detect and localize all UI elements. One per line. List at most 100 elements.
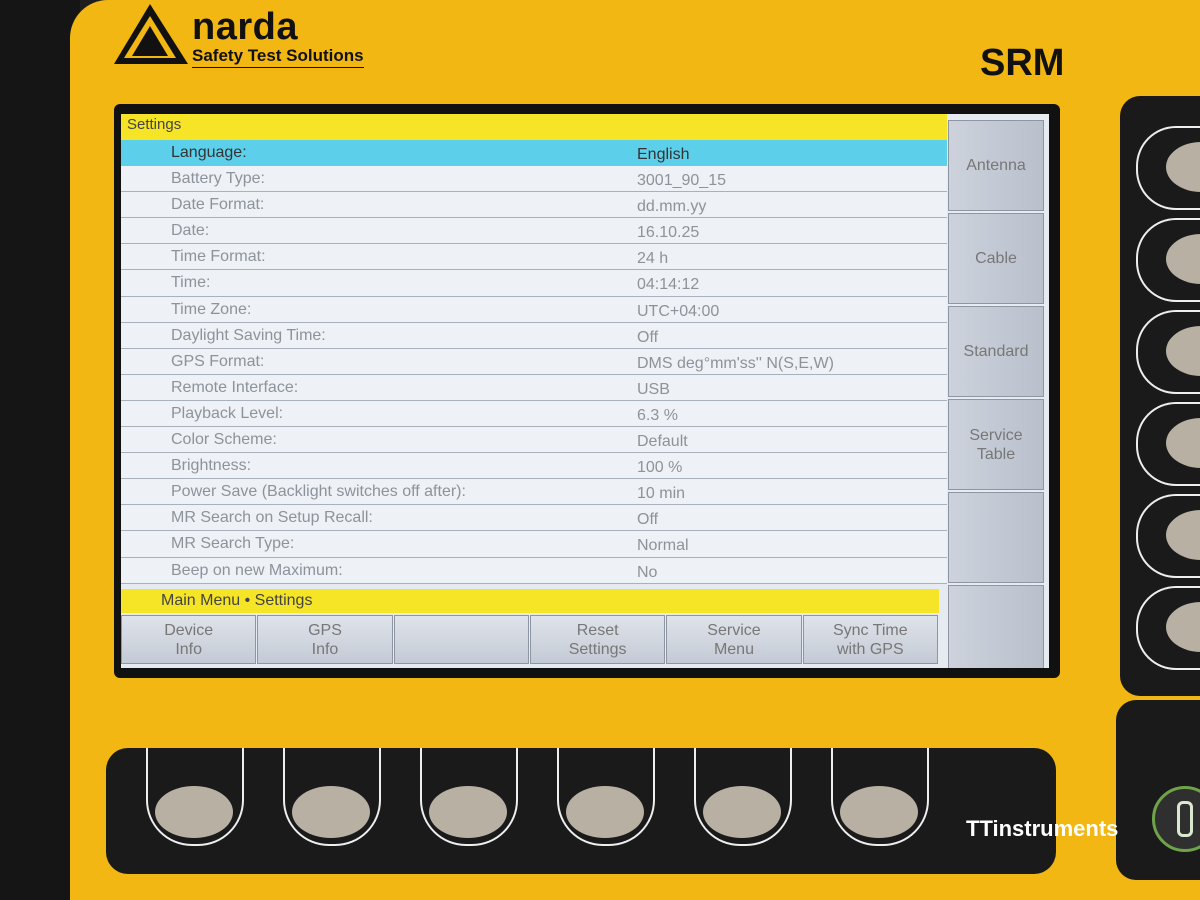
settings-row[interactable]: Playback Level: 6.3 % bbox=[121, 400, 947, 428]
hardware-side-button[interactable] bbox=[1136, 218, 1200, 302]
power-icon bbox=[1177, 801, 1193, 837]
button-cap bbox=[1166, 234, 1200, 284]
settings-row[interactable]: Color Scheme: Default bbox=[121, 427, 947, 454]
side-softkey[interactable]: Cable bbox=[948, 213, 1044, 304]
device-left-edge bbox=[0, 0, 80, 900]
hardware-softkey-button[interactable] bbox=[420, 748, 518, 846]
setting-label: Time: bbox=[171, 274, 211, 292]
setting-label: Daylight Saving Time: bbox=[171, 326, 326, 344]
setting-value: dd.mm.yy bbox=[637, 198, 707, 216]
settings-row[interactable]: Beep on new Maximum: No bbox=[121, 557, 947, 584]
setting-label: Color Scheme: bbox=[171, 431, 277, 449]
settings-row[interactable]: MR Search on Setup Recall: Off bbox=[121, 505, 947, 532]
narda-logo: narda Safety Test Solutions bbox=[112, 2, 392, 72]
bottom-softkey[interactable]: Reset Settings bbox=[529, 615, 666, 664]
button-cap bbox=[1166, 142, 1200, 192]
setting-label: Time Zone: bbox=[171, 300, 252, 318]
setting-label: GPS Format: bbox=[171, 352, 265, 370]
setting-value: English bbox=[637, 146, 690, 163]
hardware-softkey-button[interactable] bbox=[283, 748, 381, 846]
setting-value: Off bbox=[637, 328, 659, 346]
setting-value: 04:14:12 bbox=[637, 276, 700, 294]
settings-row[interactable]: Brightness: 100 % bbox=[121, 453, 947, 480]
setting-value: DMS deg°mm'ss'' N(S,E,W) bbox=[637, 354, 834, 372]
setting-label: Brightness: bbox=[171, 457, 252, 475]
settings-row[interactable]: Time Format: 24 h bbox=[121, 244, 947, 271]
button-cap bbox=[1166, 418, 1200, 468]
button-cap bbox=[1166, 510, 1200, 560]
bottom-hardware-buttons bbox=[106, 748, 1056, 874]
button-cap bbox=[1166, 602, 1200, 652]
bottom-softkey[interactable]: Service Menu bbox=[666, 615, 802, 664]
settings-row[interactable]: Daylight Saving Time: Off bbox=[121, 322, 947, 349]
setting-label: MR Search Type: bbox=[171, 535, 295, 553]
setting-value: 3001_90_15 bbox=[637, 172, 726, 190]
setting-value: Off bbox=[637, 511, 659, 529]
logo-wordmark: narda bbox=[192, 6, 298, 48]
side-hardware-buttons bbox=[1120, 96, 1200, 696]
setting-value: 6.3 % bbox=[637, 406, 678, 424]
settings-row[interactable]: Date: 16.10.25 bbox=[121, 218, 947, 245]
menu-path: Main Menu • Settings bbox=[121, 589, 939, 613]
bottom-softkey[interactable] bbox=[393, 615, 529, 664]
watermark-text: TTinstruments bbox=[966, 816, 1119, 841]
hardware-side-button[interactable] bbox=[1136, 494, 1200, 578]
hardware-softkey-button[interactable] bbox=[146, 748, 244, 846]
setting-value: Default bbox=[637, 433, 688, 451]
button-cap bbox=[429, 786, 507, 838]
setting-label: MR Search on Setup Recall: bbox=[171, 509, 373, 527]
settings-list: Language: English Battery Type: 3001_90_15 D… bbox=[121, 140, 947, 584]
bottom-softkey[interactable]: GPS Info bbox=[257, 615, 393, 664]
setting-value: 16.10.25 bbox=[637, 224, 700, 242]
hardware-softkey-button[interactable] bbox=[557, 748, 655, 846]
hardware-side-button[interactable] bbox=[1136, 402, 1200, 486]
side-softkey[interactable] bbox=[948, 585, 1044, 668]
settings-row[interactable]: MR Search Type: Normal bbox=[121, 531, 947, 558]
screen-title: Settings bbox=[121, 114, 947, 140]
setting-label: Language: bbox=[171, 144, 247, 161]
setting-label: Battery Type: bbox=[171, 170, 265, 188]
logo-subtitle: Safety Test Solutions bbox=[192, 46, 364, 68]
button-cap bbox=[1166, 326, 1200, 376]
bottom-softkey[interactable]: Sync Time with GPS bbox=[802, 615, 938, 664]
setting-value: USB bbox=[637, 380, 670, 398]
bottom-softkeys: Device Info GPS Info Reset Settings Service… bbox=[121, 615, 939, 664]
setting-value: Normal bbox=[637, 537, 689, 555]
button-cap bbox=[292, 786, 370, 838]
settings-row[interactable]: Time: 04:14:12 bbox=[121, 270, 947, 297]
setting-value: 24 h bbox=[637, 250, 669, 268]
setting-label: Power Save (Backlight switches off after… bbox=[171, 483, 466, 501]
settings-row[interactable]: Battery Type: 3001_90_15 bbox=[121, 166, 947, 193]
settings-row[interactable]: Language: English bbox=[121, 140, 947, 167]
button-cap bbox=[155, 786, 233, 838]
settings-row[interactable]: Remote Interface: USB bbox=[121, 374, 947, 401]
settings-row[interactable]: GPS Format: DMS deg°mm'ss'' N(S,E,W) bbox=[121, 348, 947, 375]
setting-value: No bbox=[637, 563, 658, 581]
setting-value: 10 min bbox=[637, 485, 686, 503]
model-label: SRM bbox=[980, 42, 1065, 84]
setting-value: 100 % bbox=[637, 459, 683, 477]
hardware-side-button[interactable] bbox=[1136, 126, 1200, 210]
side-softkey[interactable] bbox=[948, 492, 1044, 583]
settings-row[interactable]: Date Format: dd.mm.yy bbox=[121, 192, 947, 219]
hardware-side-button[interactable] bbox=[1136, 310, 1200, 394]
setting-label: Date: bbox=[171, 222, 210, 240]
button-cap bbox=[703, 786, 781, 838]
settings-screen: Settings Language: English Battery Type: 30… bbox=[121, 114, 1049, 668]
hardware-side-button[interactable] bbox=[1136, 586, 1200, 670]
hardware-softkey-button[interactable] bbox=[831, 748, 929, 846]
button-cap bbox=[566, 786, 644, 838]
side-softkey[interactable]: Standard bbox=[948, 306, 1044, 397]
setting-label: Time Format: bbox=[171, 248, 266, 266]
logo-triangle-icon bbox=[114, 4, 188, 64]
button-cap bbox=[840, 786, 918, 838]
settings-row[interactable]: Time Zone: UTC+04:00 bbox=[121, 296, 947, 323]
hardware-softkey-button[interactable] bbox=[694, 748, 792, 846]
bottom-softkey[interactable]: Device Info bbox=[121, 615, 257, 664]
side-softkey[interactable]: Antenna bbox=[948, 120, 1044, 211]
setting-label: Playback Level: bbox=[171, 404, 284, 422]
setting-label: Date Format: bbox=[171, 196, 265, 214]
side-softkey[interactable]: Service Table bbox=[948, 399, 1044, 490]
settings-row[interactable]: Power Save (Backlight switches off after… bbox=[121, 479, 947, 506]
setting-value: UTC+04:00 bbox=[637, 302, 720, 320]
